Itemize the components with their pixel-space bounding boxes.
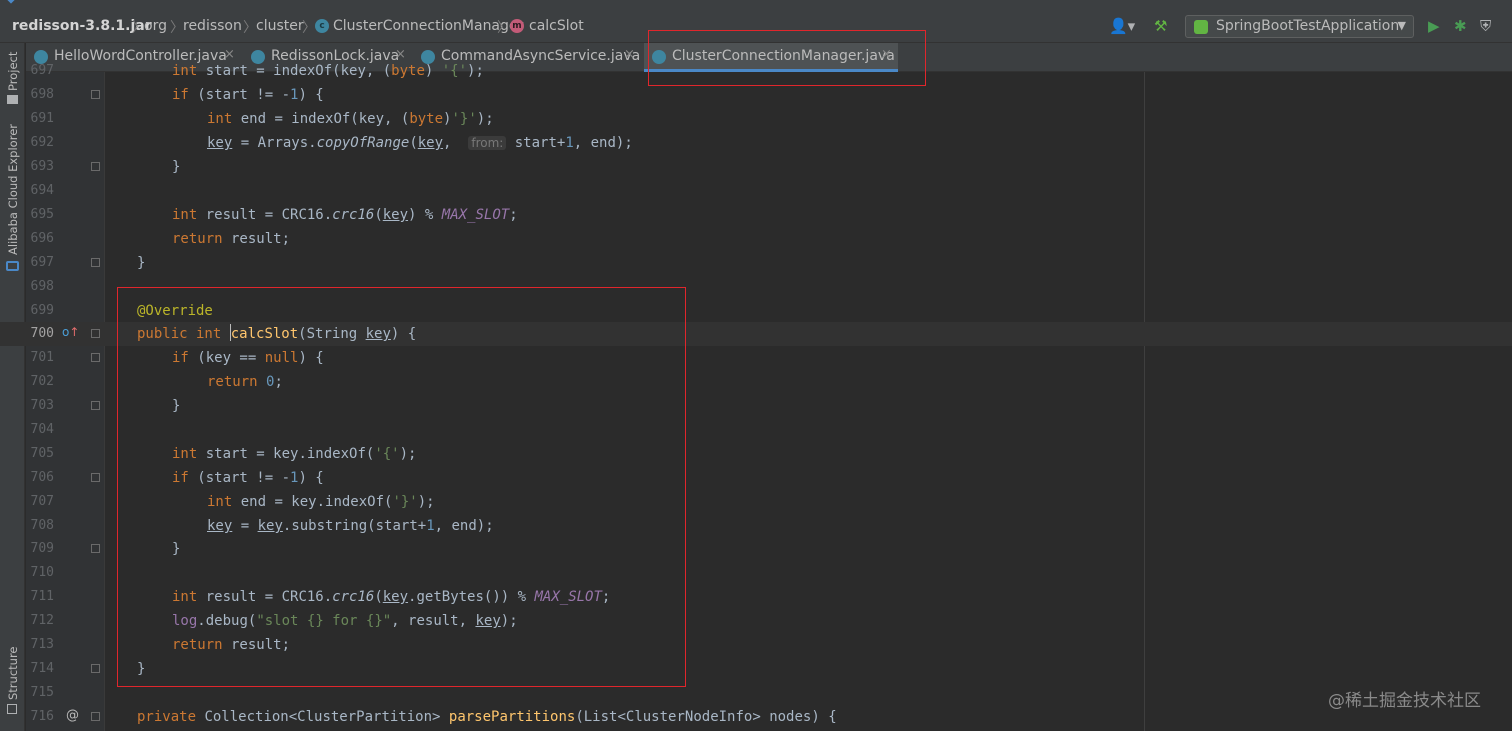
fold-marker[interactable]	[91, 258, 100, 267]
fold-marker[interactable]	[91, 353, 100, 362]
code-line[interactable]: 704	[0, 418, 1512, 442]
code-line-current[interactable]: 700 o↑ public int calcSlot(String key) {	[0, 322, 1512, 346]
fold-marker[interactable]	[91, 544, 100, 553]
debug-icon[interactable]: ✱	[1454, 17, 1467, 35]
chevron-down-icon: ▼	[1397, 19, 1406, 32]
fold-marker[interactable]	[91, 712, 100, 721]
code-line[interactable]: 695 int result = CRC16.crc16(key) % MAX_…	[0, 203, 1512, 227]
breadcrumb-redisson[interactable]: redisson	[183, 18, 242, 34]
code-line[interactable]: 702 return 0;	[0, 370, 1512, 394]
breadcrumb-separator: 〉	[243, 20, 257, 36]
annotation-at-icon[interactable]: @	[66, 708, 79, 723]
menu-bar[interactable]: ◆	[0, 0, 1512, 10]
watermark: @稀土掘金技术社区	[1328, 691, 1481, 711]
fold-marker[interactable]	[91, 664, 100, 673]
implements-method-icon[interactable]: o↑	[62, 325, 79, 339]
spring-boot-icon	[1194, 20, 1208, 34]
fold-marker[interactable]	[91, 90, 100, 99]
code-line[interactable]: 714 }	[0, 657, 1512, 681]
code-line[interactable]: 706 if (start != -1) {	[0, 466, 1512, 490]
code-line[interactable]: 713 return result;	[0, 633, 1512, 657]
code-line[interactable]: 703 }	[0, 394, 1512, 418]
parameter-hint: from:	[468, 136, 507, 150]
fold-marker[interactable]	[91, 329, 100, 338]
method-icon: m	[510, 19, 524, 33]
fold-marker[interactable]	[91, 401, 100, 410]
code-line[interactable]: 711 int result = CRC16.crc16(key.getByte…	[0, 585, 1512, 609]
run-configuration-select[interactable]: SpringBootTestApplication ▼	[1185, 15, 1414, 38]
code-line[interactable]: 707 int end = key.indexOf('}');	[0, 490, 1512, 514]
user-icon[interactable]: 👤▾	[1109, 17, 1135, 35]
code-line[interactable]: 693 }	[0, 155, 1512, 179]
code-line[interactable]: 699 @Override	[0, 299, 1512, 323]
code-line[interactable]: 696 return result;	[0, 227, 1512, 251]
breadcrumb-cluster[interactable]: cluster	[256, 18, 304, 34]
breadcrumb-class[interactable]: ClusterConnectionManager	[333, 18, 523, 34]
code-line[interactable]: 708 key = key.substring(start+1, end);	[0, 514, 1512, 538]
code-line[interactable]: 709 }	[0, 537, 1512, 561]
app-icon: ◆	[6, 0, 16, 6]
code-line[interactable]: 716 @ private Collection<ClusterPartitio…	[0, 705, 1512, 729]
run-icon[interactable]: ▶	[1428, 17, 1440, 35]
code-line[interactable]: 715	[0, 681, 1512, 705]
coverage-icon[interactable]: ⛨	[1480, 17, 1491, 35]
breadcrumb-separator: 〉	[497, 20, 511, 36]
breadcrumb-jar[interactable]: redisson-3.8.1.jar	[12, 18, 152, 34]
fold-marker[interactable]	[91, 473, 100, 482]
code-line[interactable]: 692 key = Arrays.copyOfRange(key, from: …	[0, 131, 1512, 155]
breadcrumb-org[interactable]: org	[144, 18, 167, 34]
class-icon: c	[315, 19, 329, 33]
code-line[interactable]: 698 if (start != -1) {	[0, 83, 1512, 107]
code-line[interactable]: 701 if (key == null) {	[0, 346, 1512, 370]
breadcrumb-separator: 〉	[302, 20, 316, 36]
breadcrumb-separator: 〉	[170, 20, 184, 36]
navigation-bar: redisson-3.8.1.jar 〉 org 〉 redisson 〉 cl…	[0, 10, 1512, 43]
code-line[interactable]: 712 log.debug("slot {} for {}", result, …	[0, 609, 1512, 633]
code-line[interactable]: 697 }	[0, 251, 1512, 275]
code-line[interactable]: 694	[0, 179, 1512, 203]
fold-marker[interactable]	[91, 162, 100, 171]
code-line[interactable]: 710	[0, 561, 1512, 585]
code-line[interactable]: 705 int start = key.indexOf('{');	[0, 442, 1512, 466]
code-line[interactable]: 698	[0, 275, 1512, 299]
breadcrumb-method[interactable]: calcSlot	[529, 18, 584, 34]
build-hammer-icon[interactable]: ⚒	[1154, 17, 1167, 35]
code-line[interactable]: 691 int end = indexOf(key, (byte)'}');	[0, 107, 1512, 131]
code-line[interactable]: 697 int start = indexOf(key, (byte) '{')…	[0, 59, 1512, 83]
